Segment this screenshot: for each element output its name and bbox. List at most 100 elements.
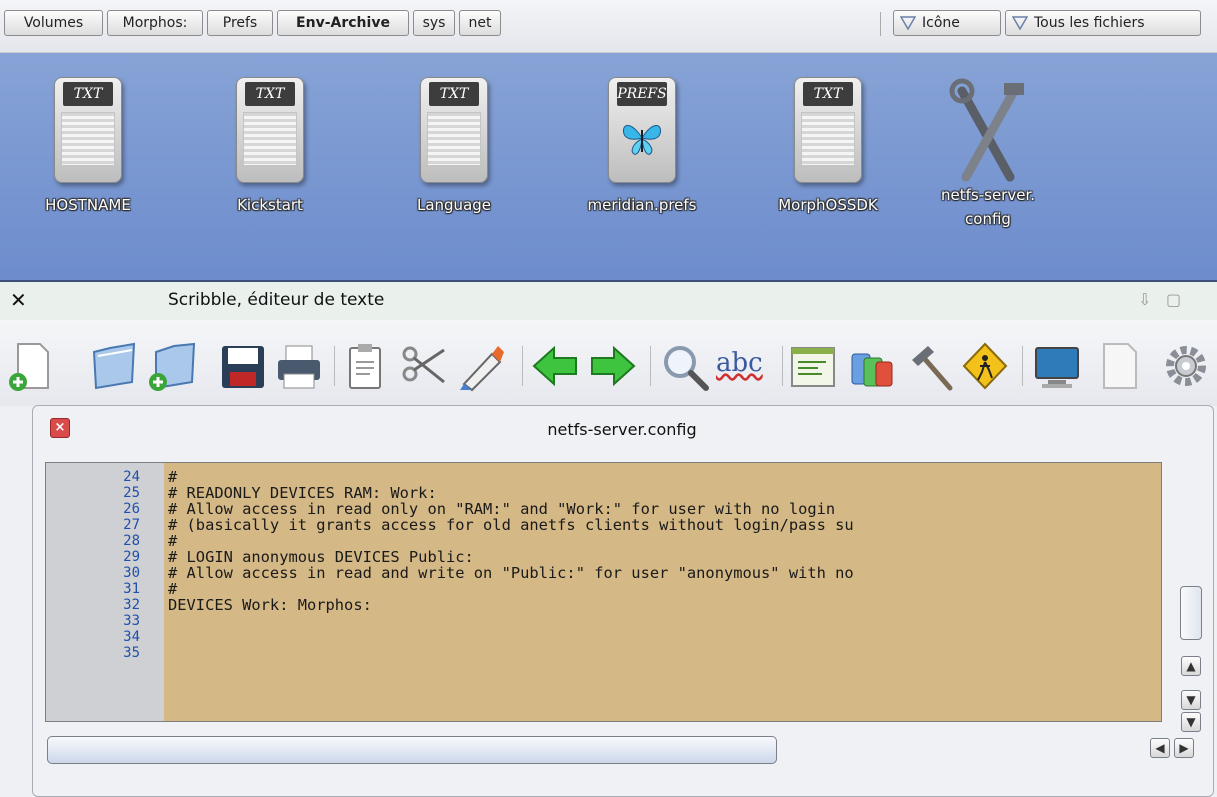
code-line: # (168, 580, 178, 598)
crumb-sys[interactable]: sys (413, 10, 455, 36)
search-icon[interactable] (660, 338, 710, 394)
file-type-tag: TXT (63, 82, 113, 106)
vertical-scrollbar-knob[interactable] (1180, 586, 1202, 640)
tools-icon (948, 77, 1028, 187)
view-mode-button[interactable]: Icône (893, 10, 1001, 36)
file-label: meridian.prefs (587, 196, 697, 214)
zoom-icon[interactable]: ▢ (1166, 290, 1181, 309)
path-bar: Volumes Morphos: Prefs Env-Archive sys n… (0, 0, 1217, 53)
prefs-file-icon: PREFS (608, 77, 676, 183)
file-label-line2: config (965, 210, 1011, 228)
line-number: 31 (123, 581, 140, 597)
line-number: 33 (123, 613, 140, 629)
butterfly-icon (622, 125, 662, 155)
file-label: Kickstart (237, 196, 303, 214)
line-number: 25 (123, 485, 140, 501)
line-number: 34 (123, 629, 140, 645)
code-line: # READONLY DEVICES RAM: Work: (168, 484, 437, 502)
line-number: 32 (123, 597, 140, 613)
hammer-icon[interactable] (904, 338, 954, 394)
scroll-right-button[interactable]: ▶ (1174, 738, 1194, 758)
code-line: # Allow access in read only on "RAM:" an… (168, 500, 836, 518)
file-morphossdk[interactable]: TXT MorphOSSDK (758, 77, 898, 217)
file-netfs-server-config[interactable]: netfs-server. config (918, 77, 1058, 231)
line-number: 29 (123, 549, 140, 565)
file-meridian-prefs[interactable]: PREFS meridian.prefs (572, 77, 712, 217)
line-number: 26 (123, 501, 140, 517)
file-hostname[interactable]: TXT HOSTNAME (18, 77, 158, 217)
file-label: MorphOSSDK (778, 196, 878, 214)
line-number: 35 (123, 645, 140, 661)
code-line: # (basically it grants access for old an… (168, 516, 854, 534)
toolbar-separator (880, 12, 881, 36)
document-tab[interactable]: × netfs-server.config (32, 406, 1212, 450)
crumb-prefs[interactable]: Prefs (207, 10, 273, 36)
close-icon[interactable]: ✕ (10, 288, 27, 312)
file-type-tag: TXT (429, 82, 479, 106)
crumb-volumes[interactable]: Volumes (4, 10, 103, 36)
document-name: netfs-server.config (547, 420, 697, 439)
file-filter-button[interactable]: Tous les fichiers (1005, 10, 1201, 36)
text-file-icon: TXT (794, 77, 862, 183)
crumb-env-archive[interactable]: Env-Archive (277, 10, 409, 36)
text-file-icon: TXT (420, 77, 488, 183)
file-type-tag: TXT (245, 82, 295, 106)
clipboard-icon[interactable] (340, 338, 390, 394)
script-icon[interactable] (788, 338, 838, 394)
code-line: DEVICES Work: Morphos: (168, 596, 372, 614)
crumb-net[interactable]: net (459, 10, 501, 36)
file-type-tag: PREFS (617, 82, 667, 106)
scroll-down-button[interactable]: ▼ (1181, 690, 1201, 710)
file-type-tag: TXT (803, 82, 853, 106)
scroll-left-button[interactable]: ◀ (1150, 738, 1170, 758)
view-mode-label: Icône (922, 15, 960, 31)
file-filter-label: Tous les fichiers (1034, 15, 1145, 31)
warning-icon[interactable] (960, 338, 1010, 394)
dropdown-triangle-icon (900, 16, 916, 30)
save-icon[interactable] (218, 338, 268, 394)
text-file-icon: TXT (236, 77, 304, 183)
tags-icon[interactable] (846, 338, 896, 394)
scroll-up-button[interactable]: ▲ (1181, 656, 1201, 676)
open-folder-icon[interactable] (88, 338, 138, 394)
toolbar-separator (522, 346, 523, 386)
document-icon[interactable] (1094, 338, 1144, 394)
line-number: 28 (123, 533, 140, 549)
code-line: # LOGIN anonymous DEVICES Public: (168, 548, 474, 566)
dropdown-triangle-icon (1012, 16, 1028, 30)
toolbar-separator (650, 346, 651, 386)
line-number: 30 (123, 565, 140, 581)
code-line: # (168, 468, 178, 486)
file-label: Language (416, 196, 492, 214)
line-number: 24 (123, 469, 140, 485)
code-line: # (168, 532, 178, 550)
gear-icon[interactable] (1156, 338, 1206, 394)
file-language[interactable]: TXT Language (384, 77, 524, 217)
toolbar-separator (1022, 346, 1023, 386)
scissors-icon[interactable] (398, 338, 448, 394)
toolbar-separator (334, 346, 335, 386)
file-icon-pane: TXT HOSTNAME TXT Kickstart TXT Language … (0, 53, 1217, 282)
file-label: HOSTNAME (45, 196, 131, 214)
toolbar-separator (782, 346, 783, 386)
text-file-icon: TXT (54, 77, 122, 183)
editor-toolbar: abc (0, 320, 1217, 406)
line-number: 27 (123, 517, 140, 533)
crumb-morphos[interactable]: Morphos: (107, 10, 203, 36)
scroll-down-button-2[interactable]: ▼ (1181, 712, 1201, 732)
window-title: Scribble, éditeur de texte (168, 290, 385, 310)
glue-icon[interactable] (456, 338, 506, 394)
horizontal-scrollbar-knob[interactable] (47, 736, 777, 764)
new-document-icon[interactable] (4, 338, 54, 394)
spellcheck-icon[interactable]: abc (716, 338, 776, 394)
new-folder-icon[interactable] (146, 338, 196, 394)
back-arrow-icon[interactable] (530, 338, 580, 394)
code-line: # Allow access in read and write on "Pub… (168, 564, 854, 582)
window-titlebar[interactable]: ✕ Scribble, éditeur de texte ⇩ ▢ (0, 282, 1217, 320)
iconify-icon[interactable]: ⇩ (1138, 290, 1151, 309)
print-icon[interactable] (274, 338, 324, 394)
forward-arrow-icon[interactable] (588, 338, 638, 394)
text-editor[interactable]: 24 25 26 27 28 29 30 31 32 33 34 35 # # … (45, 462, 1162, 722)
file-kickstart[interactable]: TXT Kickstart (200, 77, 340, 217)
monitor-icon[interactable] (1032, 338, 1082, 394)
